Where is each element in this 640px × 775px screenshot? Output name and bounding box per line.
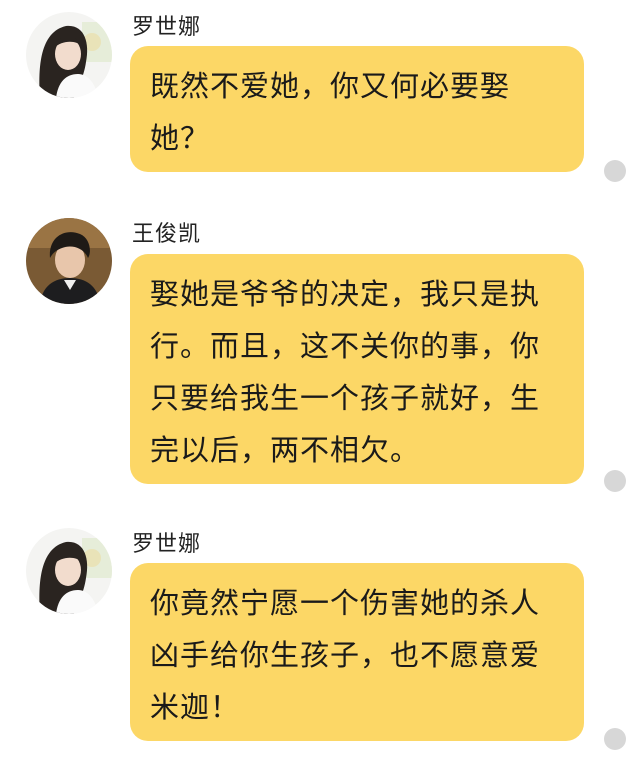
- message-bubble[interactable]: 你竟然宁愿一个伤害她的杀人凶手给你生孩子，也不愿意爱米迦！: [130, 563, 584, 741]
- status-dot: [604, 470, 626, 492]
- chat-message: 王俊凯 娶她是爷爷的决定，我只是执行。而且，这不关你的事，你只要给我生一个孩子就…: [0, 200, 640, 500]
- status-dot: [604, 728, 626, 750]
- sender-name: 王俊凯: [132, 222, 202, 247]
- chat-message: 罗世娜 既然不爱她，你又何必要娶她？: [0, 0, 640, 200]
- status-dot: [604, 160, 626, 182]
- female-avatar-icon[interactable]: [26, 528, 112, 614]
- message-bubble[interactable]: 既然不爱她，你又何必要娶她？: [130, 46, 584, 172]
- sender-name: 罗世娜: [132, 532, 202, 557]
- female-avatar-icon[interactable]: [26, 12, 112, 98]
- male-avatar-icon[interactable]: [26, 218, 112, 304]
- message-bubble[interactable]: 娶她是爷爷的决定，我只是执行。而且，这不关你的事，你只要给我生一个孩子就好，生完…: [130, 254, 584, 484]
- chat-message: 罗世娜 你竟然宁愿一个伤害她的杀人凶手给你生孩子，也不愿意爱米迦！: [0, 500, 640, 775]
- sender-name: 罗世娜: [132, 15, 202, 40]
- chat-window: 罗世娜 既然不爱她，你又何必要娶她？ 王俊凯 娶她是爷爷的决定，我只是执行。而且…: [0, 0, 640, 775]
